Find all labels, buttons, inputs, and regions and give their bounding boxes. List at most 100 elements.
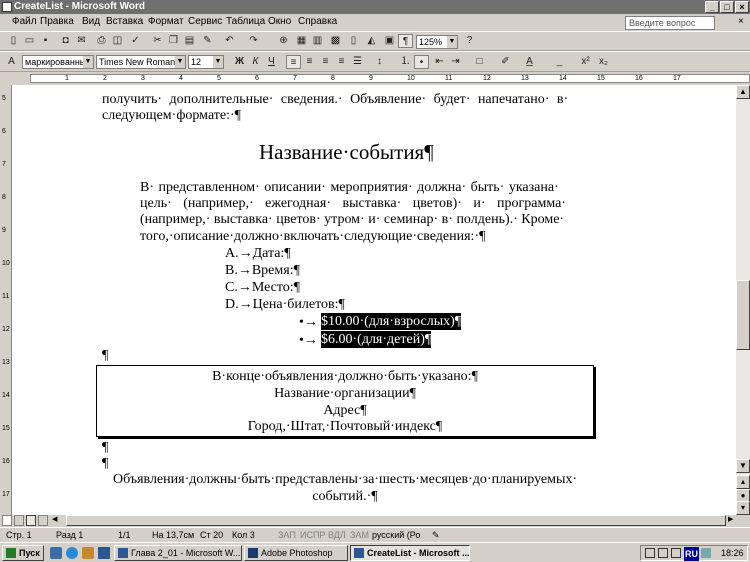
desktop-quicklaunch-icon[interactable]: [50, 547, 62, 559]
menu-help[interactable]: Справка: [298, 16, 337, 27]
menu-file[interactable]: Файл: [12, 16, 37, 27]
numbering-icon[interactable]: ⒈: [398, 55, 413, 69]
normal-view-icon[interactable]: [2, 515, 12, 526]
status-overwrite[interactable]: ЗАМ: [350, 530, 369, 540]
spelling-icon[interactable]: ✓: [128, 34, 143, 48]
browser-quicklaunch-icon[interactable]: [66, 547, 78, 559]
tray-app-icon[interactable]: [658, 548, 668, 558]
web-view-icon[interactable]: [14, 515, 24, 526]
copy-icon[interactable]: ❐: [166, 34, 181, 48]
cut-icon[interactable]: ✂: [150, 34, 165, 48]
chevron-down-icon[interactable]: ▼: [83, 56, 93, 68]
format-painter-icon[interactable]: ✎: [200, 34, 215, 48]
scroll-down-icon[interactable]: ▼: [736, 459, 750, 473]
email-icon[interactable]: ✉: [74, 34, 89, 48]
next-page-icon[interactable]: ▾: [736, 501, 750, 515]
document-map-icon[interactable]: ▣: [382, 34, 397, 48]
insert-table-icon[interactable]: ▥: [310, 34, 325, 48]
minimize-button[interactable]: _: [705, 1, 719, 13]
vertical-ruler[interactable]: 5 6 7 8 9 10 11 12 13 14 15 16 17: [0, 85, 12, 515]
menu-insert[interactable]: Вставка: [106, 16, 143, 27]
hyperlink-icon[interactable]: ⊕: [276, 34, 291, 48]
status-track[interactable]: ИСПР: [300, 530, 325, 540]
horizontal-scrollbar[interactable]: ◀ ▶: [0, 515, 750, 527]
align-center-icon[interactable]: ≡: [302, 55, 317, 69]
horizontal-scroll-thumb[interactable]: [66, 515, 726, 526]
insert-excel-icon[interactable]: ▩: [328, 34, 343, 48]
print-icon[interactable]: ⎙: [94, 34, 109, 48]
tray-app-icon[interactable]: [645, 548, 655, 558]
menu-table[interactable]: Таблица: [226, 16, 265, 27]
vertical-scrollbar[interactable]: ▲ ▼ ▴ ● ▾: [736, 85, 750, 515]
chevron-down-icon[interactable]: ▼: [175, 56, 185, 68]
chevron-down-icon[interactable]: ▼: [213, 56, 223, 68]
open-icon[interactable]: ▭: [22, 34, 37, 48]
document-page[interactable]: получить· дополнительные· сведения.· Объ…: [12, 85, 736, 515]
start-button[interactable]: Пуск: [2, 545, 44, 561]
ask-question-input[interactable]: Введите вопрос: [625, 16, 715, 30]
underline-icon[interactable]: Ч: [264, 55, 279, 69]
line-spacing-icon[interactable]: ↕: [372, 55, 387, 69]
spelling-status-icon[interactable]: ✎: [432, 530, 440, 541]
chevron-down-icon[interactable]: ▼: [447, 36, 457, 48]
increase-indent-icon[interactable]: ⇥: [448, 55, 463, 69]
redo-icon[interactable]: ↷: [246, 34, 261, 48]
outline-view-icon[interactable]: [38, 515, 48, 526]
columns-icon[interactable]: ▯: [346, 34, 361, 48]
drawing-icon[interactable]: ◭: [364, 34, 379, 48]
close-button[interactable]: ×: [735, 1, 749, 13]
maximize-button[interactable]: □: [720, 1, 734, 13]
underline-style-icon[interactable]: _: [552, 55, 567, 69]
font-select[interactable]: Times New Roman ▼: [96, 55, 186, 69]
volume-icon[interactable]: [701, 548, 711, 558]
print-layout-icon[interactable]: [26, 515, 36, 526]
font-size-select[interactable]: 12 ▼: [188, 55, 224, 69]
language-indicator[interactable]: RU: [684, 547, 699, 561]
tables-borders-icon[interactable]: ▦: [294, 34, 309, 48]
align-left-icon[interactable]: ≡: [286, 55, 301, 69]
undo-icon[interactable]: ↶: [222, 34, 237, 48]
previous-page-icon[interactable]: ▴: [736, 475, 750, 489]
clock[interactable]: 18:26: [721, 546, 744, 560]
decrease-indent-icon[interactable]: ⇤: [432, 55, 447, 69]
highlight-icon[interactable]: ✐: [498, 55, 513, 69]
permission-icon[interactable]: ◘: [58, 34, 73, 48]
scroll-left-icon[interactable]: ◀: [52, 515, 62, 526]
border-icon[interactable]: □: [472, 55, 487, 69]
status-record[interactable]: ЗАП: [278, 530, 296, 540]
explorer-quicklaunch-icon[interactable]: [82, 547, 94, 559]
tray-app-icon[interactable]: [671, 548, 681, 558]
paste-icon[interactable]: ▤: [182, 34, 197, 48]
distributed-icon[interactable]: ☰: [350, 55, 365, 69]
italic-icon[interactable]: К: [248, 55, 263, 69]
menu-edit[interactable]: Правка: [40, 16, 74, 27]
show-formatting-icon[interactable]: ¶: [398, 34, 413, 48]
ruler-track[interactable]: 1 2 3 4 5 6 7 8 9 10 11 12 13 14 15 16 17: [30, 74, 750, 83]
align-right-icon[interactable]: ≡: [318, 55, 333, 69]
bold-icon[interactable]: Ж: [232, 55, 247, 69]
font-color-icon[interactable]: A: [522, 55, 537, 69]
scroll-right-icon[interactable]: ▶: [728, 515, 738, 526]
print-preview-icon[interactable]: ◫: [110, 34, 125, 48]
new-doc-icon[interactable]: ▯: [6, 34, 21, 48]
word-quicklaunch-icon[interactable]: [98, 547, 110, 559]
help-icon[interactable]: ?: [462, 34, 477, 48]
styles-icon[interactable]: A: [4, 55, 19, 69]
zoom-select[interactable]: 125% ▼: [416, 35, 458, 49]
menu-view[interactable]: Вид: [82, 16, 100, 27]
menu-format[interactable]: Формат: [148, 16, 184, 27]
save-icon[interactable]: ▪: [38, 34, 53, 48]
task-photoshop[interactable]: Adobe Photoshop: [244, 545, 348, 561]
task-createlist[interactable]: CreateList - Microsoft ...: [350, 545, 470, 561]
horizontal-ruler[interactable]: 1 2 3 4 5 6 7 8 9 10 11 12 13 14 15 16 17: [0, 72, 750, 85]
menu-tools[interactable]: Сервис: [188, 16, 222, 27]
scroll-up-icon[interactable]: ▲: [736, 85, 750, 99]
justify-icon[interactable]: ≡: [334, 55, 349, 69]
task-chapter-doc[interactable]: Глава 2_01 - Microsoft W...: [114, 545, 242, 561]
style-select[interactable]: маркированный ▼: [22, 55, 94, 69]
menu-window[interactable]: Окно: [268, 16, 291, 27]
status-extend[interactable]: ВДЛ: [328, 530, 346, 540]
superscript-icon[interactable]: x²: [578, 55, 593, 69]
bullets-icon[interactable]: •: [414, 55, 429, 69]
doc-close-icon[interactable]: ×: [738, 16, 744, 27]
